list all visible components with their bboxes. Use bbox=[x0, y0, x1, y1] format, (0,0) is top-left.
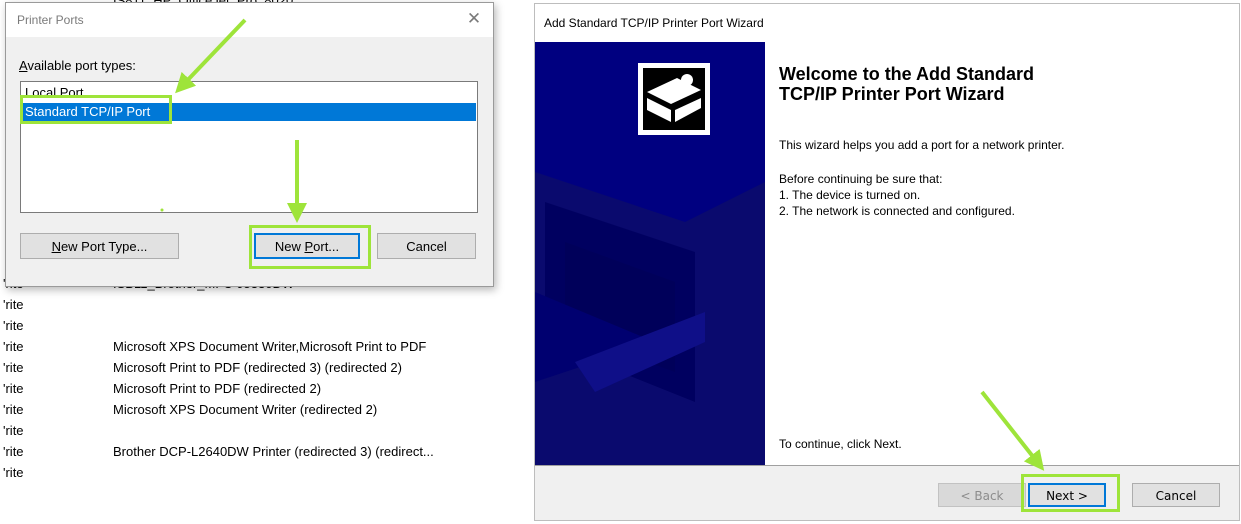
new-port-type-button[interactable]: New Port Type... bbox=[20, 233, 179, 259]
wizard-separator bbox=[535, 465, 1239, 466]
highlight-box bbox=[1021, 474, 1120, 512]
highlight-box bbox=[20, 95, 172, 124]
printer-name: Brother DCP-L2640DW Printer (redirected … bbox=[113, 444, 434, 459]
wizard-item-1: 1. The device is turned on. bbox=[779, 188, 921, 202]
list-item: 'rite bbox=[0, 462, 520, 483]
printer-type: 'rite bbox=[3, 381, 24, 396]
printer-type: 'rite bbox=[3, 402, 24, 417]
printer-name: Microsoft Print to PDF (redirected 3) (r… bbox=[113, 360, 402, 375]
printer-type: 'rite bbox=[3, 444, 24, 459]
wizard-item-2: 2. The network is connected and configur… bbox=[779, 204, 1015, 218]
list-item: 'rite Microsoft Print to PDF (redirected … bbox=[0, 378, 520, 399]
label-rest: vailable port types: bbox=[27, 58, 136, 73]
highlight-box bbox=[249, 225, 371, 269]
cancel-button[interactable]: Cancel bbox=[1132, 483, 1220, 507]
printer-type: 'rite bbox=[3, 423, 24, 438]
close-icon[interactable]: ✕ bbox=[464, 9, 484, 29]
button-label: ew Port Type... bbox=[60, 239, 148, 254]
list-item: 'rite Microsoft XPS Document Writer (redi… bbox=[0, 399, 520, 420]
printer-type: 'rite bbox=[3, 297, 24, 312]
wizard-continue-text: To continue, click Next. bbox=[779, 437, 902, 451]
wizard-titlebar: Add Standard TCP/IP Printer Port Wizard bbox=[535, 4, 1239, 42]
heading-line: TCP/IP Printer Port Wizard bbox=[779, 84, 1005, 104]
wizard-body: Welcome to the Add Standard TCP/IP Print… bbox=[535, 42, 1239, 465]
dialog-titlebar: Printer Ports ✕ bbox=[6, 3, 493, 37]
printer-illustration bbox=[535, 42, 765, 465]
list-item: 'rite Microsoft XPS Document Writer,Micro… bbox=[0, 336, 520, 357]
heading-line: Welcome to the Add Standard bbox=[779, 64, 1035, 84]
cancel-button[interactable]: Cancel bbox=[377, 233, 476, 259]
wizard-before-text: Before continuing be sure that: bbox=[779, 172, 943, 186]
button-mnemonic: N bbox=[51, 239, 61, 254]
back-button[interactable]: < Back bbox=[938, 483, 1026, 507]
printer-name: Microsoft Print to PDF (redirected 2) bbox=[113, 381, 322, 396]
list-item: 'rite Microsoft Print to PDF (redirected … bbox=[0, 357, 520, 378]
tcpip-port-wizard: Add Standard TCP/IP Printer Port Wizard … bbox=[534, 3, 1240, 521]
wizard-intro-text: This wizard helps you add a port for a n… bbox=[779, 138, 1065, 152]
wizard-side-banner bbox=[535, 42, 765, 465]
list-item: 'rite bbox=[0, 315, 520, 336]
printer-type: 'rite bbox=[3, 465, 24, 480]
available-port-types-label: Available port types: bbox=[19, 58, 136, 73]
printer-name: Microsoft XPS Document Writer (redirecte… bbox=[113, 402, 378, 417]
wizard-heading: Welcome to the Add Standard TCP/IP Print… bbox=[779, 64, 1034, 104]
printer-type: 'rite bbox=[3, 318, 24, 333]
list-item: 'rite bbox=[0, 420, 520, 441]
dialog-title: Printer Ports bbox=[17, 13, 84, 27]
list-item: 'rite bbox=[0, 294, 520, 315]
printer-name: Microsoft XPS Document Writer,Microsoft … bbox=[113, 339, 427, 354]
printer-type: 'rite bbox=[3, 339, 24, 354]
list-item: 'rite Brother DCP-L2640DW Printer (redire… bbox=[0, 441, 520, 462]
printer-type: 'rite bbox=[3, 360, 24, 375]
wizard-title: Add Standard TCP/IP Printer Port Wizard bbox=[544, 16, 764, 30]
